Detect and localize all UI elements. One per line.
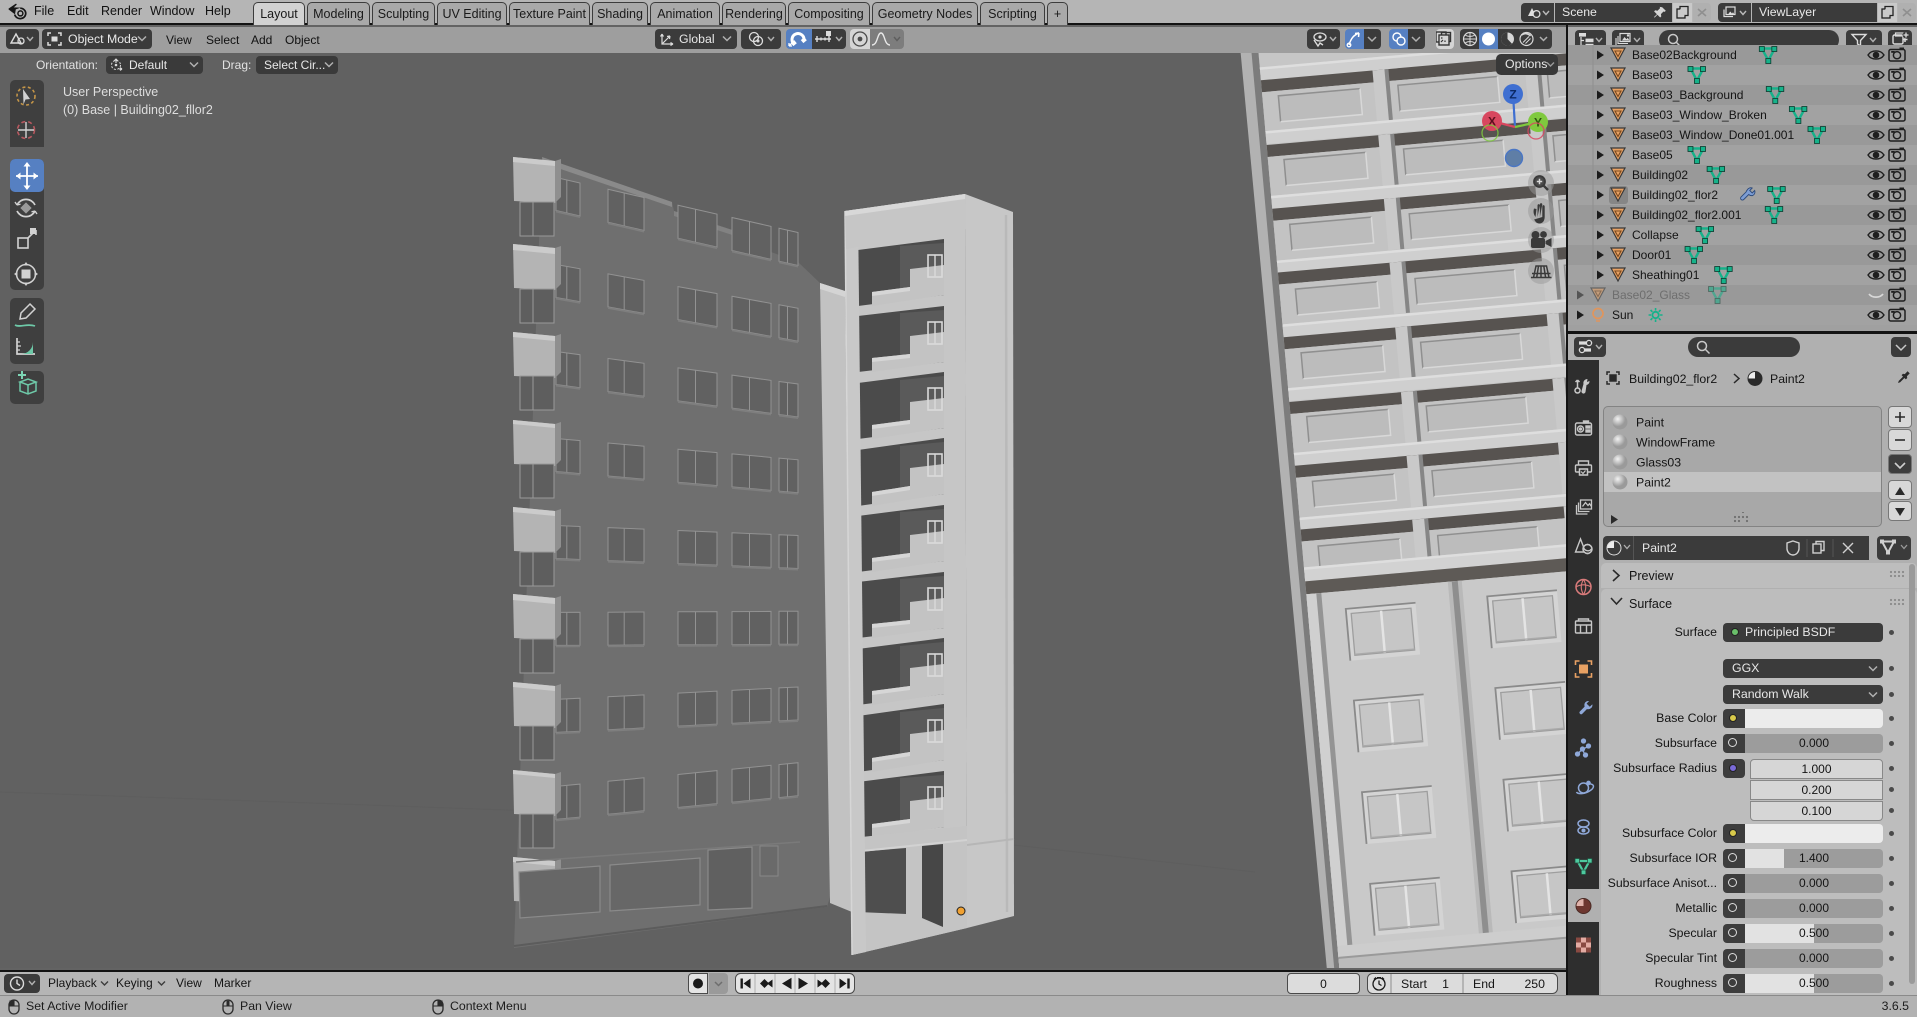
svg-text:Paint: Paint xyxy=(1636,416,1665,430)
svg-text:Building02: Building02 xyxy=(1632,168,1688,182)
svg-text:End: End xyxy=(1473,977,1495,991)
svg-text:Paint2: Paint2 xyxy=(1770,372,1805,386)
svg-text:Surface: Surface xyxy=(1629,597,1672,611)
svg-text:Building02_flor2: Building02_flor2 xyxy=(1629,372,1717,386)
svg-text:Building02_flor2: Building02_flor2 xyxy=(1632,188,1718,202)
svg-text:Base03_Background: Base03_Background xyxy=(1632,88,1743,102)
svg-text:1: 1 xyxy=(1442,977,1449,991)
svg-text:Collapse: Collapse xyxy=(1632,228,1679,242)
svg-text:Z: Z xyxy=(1509,88,1516,102)
svg-text:Base03_Window_Broken: Base03_Window_Broken xyxy=(1632,108,1767,122)
svg-text:Base02Background: Base02Background xyxy=(1632,48,1737,62)
svg-text:Sun: Sun xyxy=(1612,308,1633,322)
svg-text:Building02_flor2.001: Building02_flor2.001 xyxy=(1632,208,1742,222)
svg-text:Preview: Preview xyxy=(1629,569,1674,583)
svg-text:Base03_Window_Done01.001: Base03_Window_Done01.001 xyxy=(1632,128,1794,142)
svg-text:WindowFrame: WindowFrame xyxy=(1636,436,1715,450)
svg-text:Door01: Door01 xyxy=(1632,248,1672,262)
svg-text:250: 250 xyxy=(1524,977,1545,991)
svg-text:Base05: Base05 xyxy=(1632,148,1673,162)
svg-text:Start: Start xyxy=(1401,977,1428,991)
svg-text:Glass03: Glass03 xyxy=(1636,456,1681,470)
svg-text:Paint2: Paint2 xyxy=(1636,476,1671,490)
svg-text:Sheathing01: Sheathing01 xyxy=(1632,268,1700,282)
svg-text:Base02_Glass: Base02_Glass xyxy=(1612,288,1690,302)
svg-text:Base03: Base03 xyxy=(1632,68,1673,82)
